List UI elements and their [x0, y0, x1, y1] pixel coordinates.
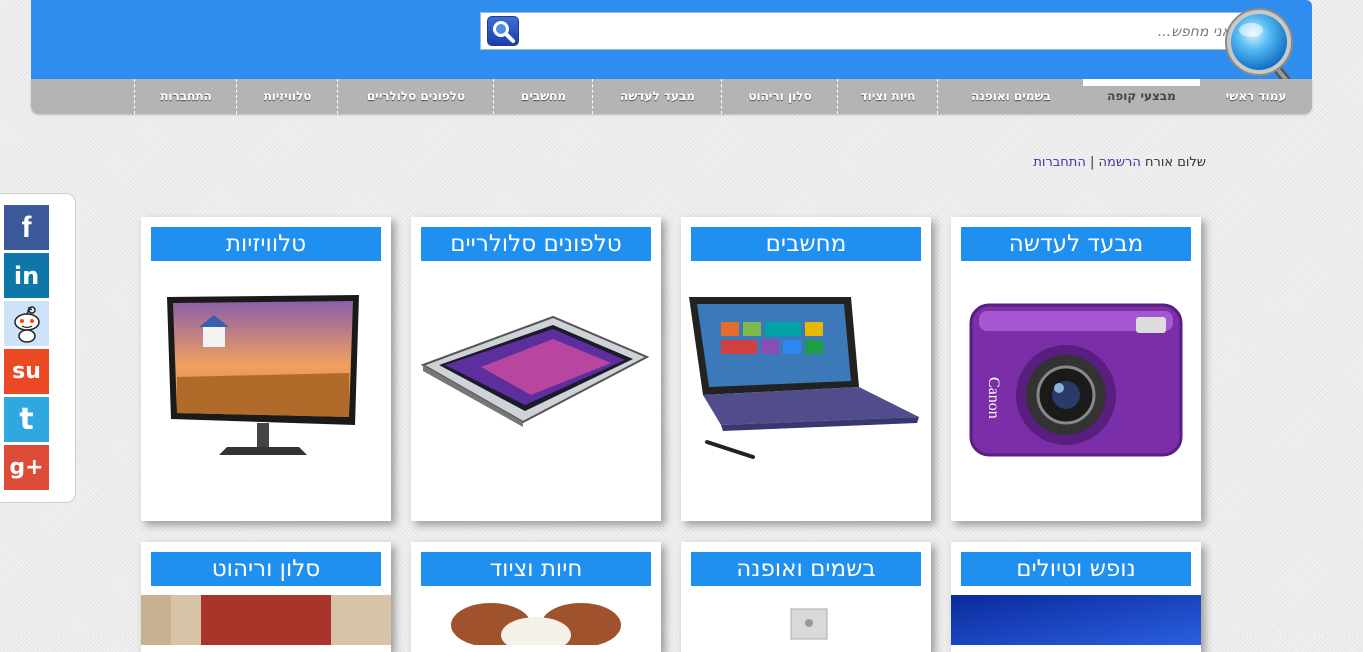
category-title: טלוויזיות — [151, 227, 381, 261]
linkedin-icon[interactable]: in — [4, 253, 49, 298]
sky-image — [951, 595, 1201, 645]
social-share-bar: f in su t g+ — [0, 193, 76, 503]
category-title: מבעד לעדשה — [961, 227, 1191, 261]
category-title: נופש וטיולים — [961, 552, 1191, 586]
tablet-phone-image — [420, 315, 650, 427]
category-card-furniture[interactable]: סלון וריהוט — [141, 542, 391, 652]
nav-item-fashion[interactable]: בשמים ואופנה — [937, 79, 1084, 114]
login-link[interactable]: התחברות — [1033, 155, 1085, 170]
linkedin-label: in — [13, 261, 40, 290]
reddit-alien-icon — [13, 305, 40, 343]
category-title: סלון וריהוט — [151, 552, 381, 586]
category-card-cameras[interactable]: מבעד לעדשה Canon — [951, 217, 1201, 521]
google-plus-icon[interactable]: g+ — [4, 445, 49, 490]
category-title: טלפונים סלולריים — [421, 227, 651, 261]
reddit-icon[interactable] — [4, 301, 49, 346]
site-header — [31, 0, 1312, 79]
nav-item-home[interactable]: עמוד ראשי — [1200, 79, 1312, 114]
google-plus-label: g+ — [9, 455, 44, 480]
nav-item-deals[interactable]: מבצעי קופה — [1083, 79, 1200, 114]
dog-image — [451, 603, 621, 645]
facebook-icon[interactable]: f — [4, 205, 49, 250]
facebook-label: f — [21, 210, 32, 244]
search-bar — [480, 12, 1248, 50]
search-input[interactable] — [529, 17, 1233, 47]
nav-item-cameras[interactable]: מבעד לעדשה — [592, 79, 722, 114]
user-greeting: שלום אורח הרשמה | התחברות — [1033, 155, 1206, 170]
search-button[interactable] — [487, 16, 519, 46]
main-nav: עמוד ראשי מבצעי קופה בשמים ואופנה חיות ו… — [31, 79, 1312, 114]
tv-monitor-image — [167, 295, 359, 455]
category-title: חיות וציוד — [421, 552, 651, 586]
twitter-label: t — [19, 402, 34, 437]
greeting-text: שלום אורח — [1145, 155, 1206, 170]
category-card-computers[interactable]: מחשבים — [681, 217, 931, 521]
search-icon — [493, 21, 515, 43]
greeting-separator: | — [1089, 155, 1095, 170]
category-card-perfume[interactable]: בשמים ואופנה — [681, 542, 931, 652]
category-card-vacation[interactable]: נופש וטיולים — [951, 542, 1201, 652]
camera-image: Canon — [969, 303, 1183, 457]
nav-item-tvs[interactable]: טלוויזיות — [236, 79, 338, 114]
nav-item-cellphones[interactable]: טלפונים סלולריים — [337, 79, 494, 114]
svg-text:Canon: Canon — [985, 377, 1002, 419]
furniture-image — [141, 595, 391, 645]
nav-item-furniture[interactable]: סלון וריהוט — [721, 79, 838, 114]
stumbleupon-icon[interactable]: su — [4, 349, 49, 394]
nav-item-computers[interactable]: מחשבים — [493, 79, 593, 114]
tablet-laptop-image — [689, 297, 919, 459]
category-card-cellphones[interactable]: טלפונים סלולריים — [411, 217, 661, 521]
category-title: בשמים ואופנה — [691, 552, 921, 586]
perfume-image — [790, 608, 828, 640]
nav-item-login[interactable]: התחברות — [134, 79, 237, 114]
register-link[interactable]: הרשמה — [1099, 155, 1141, 170]
category-title: מחשבים — [691, 227, 921, 261]
nav-item-pets[interactable]: חיות וציוד — [837, 79, 938, 114]
twitter-icon[interactable]: t — [4, 397, 49, 442]
category-card-tvs[interactable]: טלוויזיות — [141, 217, 391, 521]
category-card-pets[interactable]: חיות וציוד — [411, 542, 661, 652]
stumbleupon-label: su — [12, 359, 41, 384]
